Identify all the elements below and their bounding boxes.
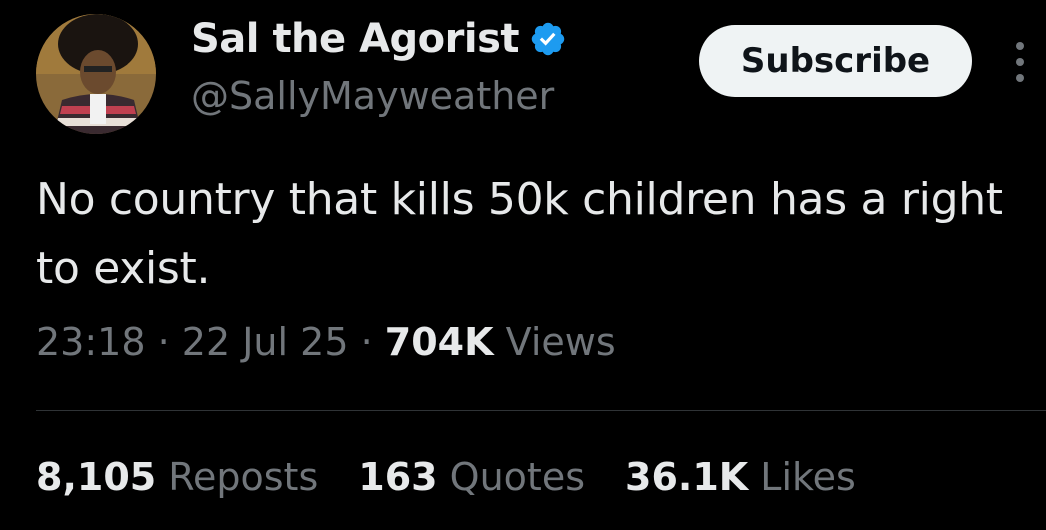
tweet-meta: 23:18 · 22 Jul 25 · 704K Views [36, 320, 616, 364]
quotes-count: 163 [358, 455, 438, 499]
likes-label: Likes [760, 455, 856, 499]
author-handle[interactable]: @SallyMayweather [191, 74, 554, 118]
verified-badge-icon [531, 22, 565, 56]
more-options-icon[interactable] [1008, 38, 1032, 86]
likes-stat[interactable]: 36.1K Likes [625, 455, 856, 499]
tweet-text: No country that kills 50k children has a… [36, 174, 1003, 294]
likes-count: 36.1K [625, 455, 749, 499]
quotes-stat[interactable]: 163 Quotes [358, 455, 585, 499]
views-count: 704K [384, 320, 494, 364]
engagement-stats: 8,105 Reposts 163 Quotes 36.1K Likes [36, 455, 856, 499]
avatar[interactable] [36, 14, 156, 134]
author-name-text: Sal the Agorist [191, 16, 520, 62]
divider [36, 410, 1046, 411]
reposts-count: 8,105 [36, 455, 157, 499]
author-display-name[interactable]: Sal the Agorist [191, 16, 567, 62]
tweet-time[interactable]: 23:18 [36, 320, 146, 364]
quotes-label: Quotes [449, 455, 585, 499]
reposts-stat[interactable]: 8,105 Reposts [36, 455, 318, 499]
meta-separator: · [360, 320, 373, 364]
subscribe-button[interactable]: Subscribe [699, 25, 972, 97]
tweet-date[interactable]: 22 Jul 25 [182, 320, 349, 364]
views-label: Views [505, 320, 616, 364]
meta-separator: · [157, 320, 170, 364]
reposts-label: Reposts [168, 455, 319, 499]
